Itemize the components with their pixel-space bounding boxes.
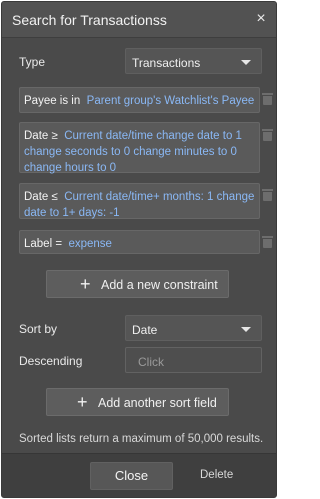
sort-by-label: Sort by — [19, 322, 58, 336]
search-dialog: Search for Transactionss × Type Transact… — [1, 1, 277, 498]
constraint-date-gte[interactable]: Date ≥ Current date/time change date to … — [19, 122, 260, 174]
chevron-down-icon — [241, 327, 251, 332]
dialog-footer: Close Delete — [2, 453, 276, 497]
trash-icon[interactable] — [262, 236, 273, 248]
constraint-label[interactable]: Label = expense — [19, 230, 260, 254]
descending-label: Descending — [19, 354, 83, 368]
dialog-titlebar: Search for Transactionss × — [2, 2, 276, 38]
constraint-value[interactable]: Current date/time+ months: 1 change date… — [24, 191, 254, 219]
close-icon[interactable]: × — [253, 11, 269, 27]
type-label: Type — [19, 55, 46, 69]
add-constraint-button[interactable]: + Add a new constraint — [46, 270, 229, 298]
add-sort-field-label: Add another sort field — [98, 396, 217, 410]
trash-icon[interactable] — [262, 129, 273, 141]
plus-icon: + — [80, 274, 91, 294]
sort-by-value: Date — [132, 323, 158, 337]
constraint-payee[interactable]: Payee is in Parent group's Watchlist's P… — [19, 87, 260, 113]
sort-by-select[interactable]: Date — [125, 315, 262, 341]
add-sort-field-button[interactable]: + Add another sort field — [46, 388, 229, 416]
constraint-value[interactable]: Parent group's Watchlist's Payee — [87, 95, 255, 107]
constraint-field: Date ≥ — [24, 130, 58, 142]
chevron-down-icon — [241, 60, 251, 65]
type-select-value: Transactions — [132, 56, 201, 70]
trash-icon[interactable] — [262, 93, 273, 105]
descending-field[interactable]: Click — [125, 347, 262, 373]
constraint-field: Payee is in — [24, 95, 81, 107]
dialog-title: Search for Transactionss — [12, 12, 167, 28]
trash-icon[interactable] — [262, 189, 273, 201]
delete-button[interactable]: Delete — [200, 469, 233, 481]
plus-icon: + — [77, 392, 88, 412]
constraint-value[interactable]: expense — [68, 238, 111, 250]
descending-placeholder: Click — [138, 355, 164, 369]
constraint-field: Label = — [24, 238, 63, 250]
close-button[interactable]: Close — [90, 462, 173, 490]
sort-limit-note: Sorted lists return a maximum of 50,000 … — [19, 433, 264, 445]
add-constraint-label: Add a new constraint — [101, 278, 218, 292]
type-select[interactable]: Transactions — [125, 48, 262, 74]
constraint-field: Date ≤ — [24, 191, 58, 203]
constraint-date-lte[interactable]: Date ≤ Current date/time+ months: 1 chan… — [19, 183, 260, 219]
